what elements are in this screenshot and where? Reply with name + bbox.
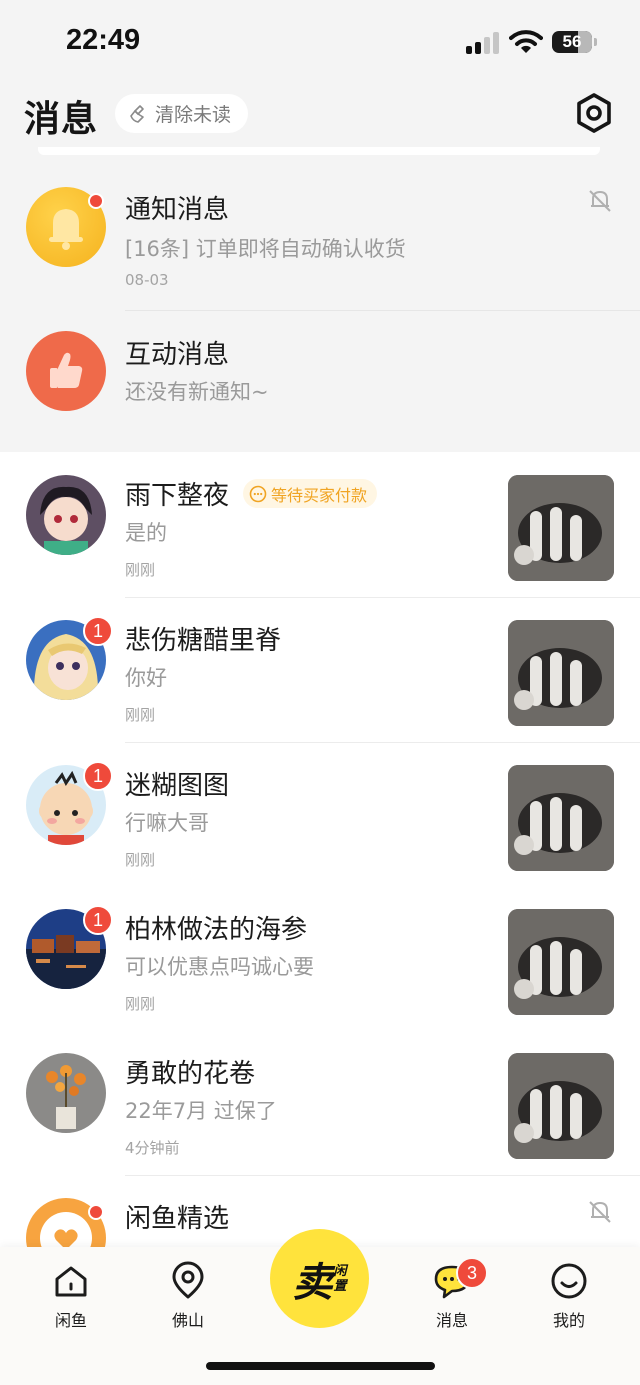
chat-message: 你好 (125, 666, 167, 690)
notification-title: 通知消息 (125, 195, 230, 225)
status-tag-label: 等待买家付款 (271, 485, 368, 505)
clear-unread-label: 清除未读 (155, 104, 232, 126)
thumbs-up-icon (50, 352, 83, 388)
chat-message: 行嘛大哥 (125, 811, 209, 835)
interaction-messages-row[interactable]: 互动消息 还没有新通知~ (0, 310, 640, 455)
messages-tab-badge: 3 (456, 1257, 488, 1289)
battery-icon: 56 (552, 31, 598, 53)
product-thumbnail (508, 909, 614, 1015)
location-pin-icon (172, 1261, 204, 1299)
product-thumbnail (508, 1053, 614, 1159)
chat-name: 悲伤糖醋里脊 (125, 626, 282, 656)
chat-row[interactable]: 雨下整夜 等待买家付款 是的 刚刚 (0, 453, 640, 598)
wifi-icon (509, 30, 543, 53)
ellipsis-circle-icon (249, 485, 267, 502)
chat-time: 刚刚 (125, 706, 156, 724)
product-thumbnail (508, 765, 614, 871)
notification-messages-row[interactable]: 通知消息 [16条] 订单即将自动确认收货 08-03 (0, 165, 640, 310)
tab-location[interactable]: 佛山 (148, 1261, 228, 1331)
chat-name: 闲鱼精选 (125, 1204, 230, 1234)
interaction-subtitle: 还没有新通知~ (125, 380, 269, 404)
product-thumbnail (508, 475, 614, 581)
tab-profile[interactable]: 我的 (529, 1261, 609, 1331)
smiley-profile-icon (551, 1263, 587, 1299)
interaction-title: 互动消息 (125, 340, 230, 370)
unread-dot (88, 1204, 104, 1220)
broom-icon (130, 104, 144, 123)
tab-label: 佛山 (171, 1311, 204, 1330)
chat-name: 雨下整夜 (125, 481, 230, 511)
chat-name: 迷糊图图 (125, 771, 230, 801)
tab-home[interactable]: 闲鱼 (31, 1261, 111, 1331)
unread-badge: 1 (83, 905, 113, 935)
unread-badge: 1 (83, 761, 113, 791)
tab-label: 我的 (552, 1311, 585, 1330)
mute-bell-icon (589, 1201, 611, 1223)
unread-dot (88, 193, 104, 209)
chat-name: 柏林做法的海参 (125, 915, 308, 945)
sell-button-side-char: 置 (333, 1278, 347, 1294)
chat-row[interactable]: 勇敢的花卷 22年7月 过保了 4分钟前 (0, 1031, 640, 1176)
chat-time: 4分钟前 (125, 1139, 180, 1157)
mute-bell-icon (589, 190, 611, 212)
header-divider (38, 147, 600, 155)
avatar (26, 1053, 106, 1133)
notification-subtitle: [16条] 订单即将自动确认收货 (125, 237, 406, 261)
cellular-signal-icon (466, 32, 500, 54)
home-indicator (206, 1362, 435, 1370)
product-thumbnail (508, 620, 614, 726)
chat-message: 可以优惠点吗诚心要 (125, 955, 314, 979)
status-time: 22:49 (66, 24, 141, 56)
chat-message: 22年7月 过保了 (125, 1099, 277, 1123)
sell-button-main-label: 卖 (292, 1259, 333, 1306)
chat-row[interactable]: 1 悲伤糖醋里脊 你好 刚刚 (0, 598, 640, 743)
sell-button[interactable]: 卖 闲 置 (270, 1229, 369, 1328)
unread-badge: 1 (83, 616, 113, 646)
status-bar: 22:49 56 (0, 0, 640, 84)
clear-unread-button[interactable]: 清除未读 (115, 94, 248, 133)
home-icon (55, 1266, 87, 1297)
chat-time: 刚刚 (125, 561, 156, 579)
chat-message: 是的 (125, 521, 167, 545)
chat-name: 勇敢的花卷 (125, 1059, 256, 1089)
chat-row[interactable]: 1 柏林做法的海参 可以优惠点吗诚心要 刚刚 (0, 887, 640, 1032)
chat-time: 刚刚 (125, 851, 156, 869)
notification-date: 08-03 (125, 271, 169, 289)
chat-time: 刚刚 (125, 995, 156, 1013)
status-tag: 等待买家付款 (243, 479, 378, 508)
interaction-avatar (26, 331, 106, 411)
battery-level: 56 (562, 32, 582, 51)
tab-label: 消息 (435, 1311, 468, 1330)
avatar (26, 475, 106, 555)
sell-button-side-char: 闲 (333, 1263, 347, 1279)
settings-hexagon-icon[interactable] (574, 92, 614, 134)
sell-button-side-label: 闲 置 (333, 1264, 346, 1294)
chat-row[interactable]: 1 迷糊图图 行嘛大哥 刚刚 (0, 743, 640, 888)
page-title: 消息 (24, 99, 99, 140)
tab-label: 闲鱼 (54, 1311, 87, 1330)
